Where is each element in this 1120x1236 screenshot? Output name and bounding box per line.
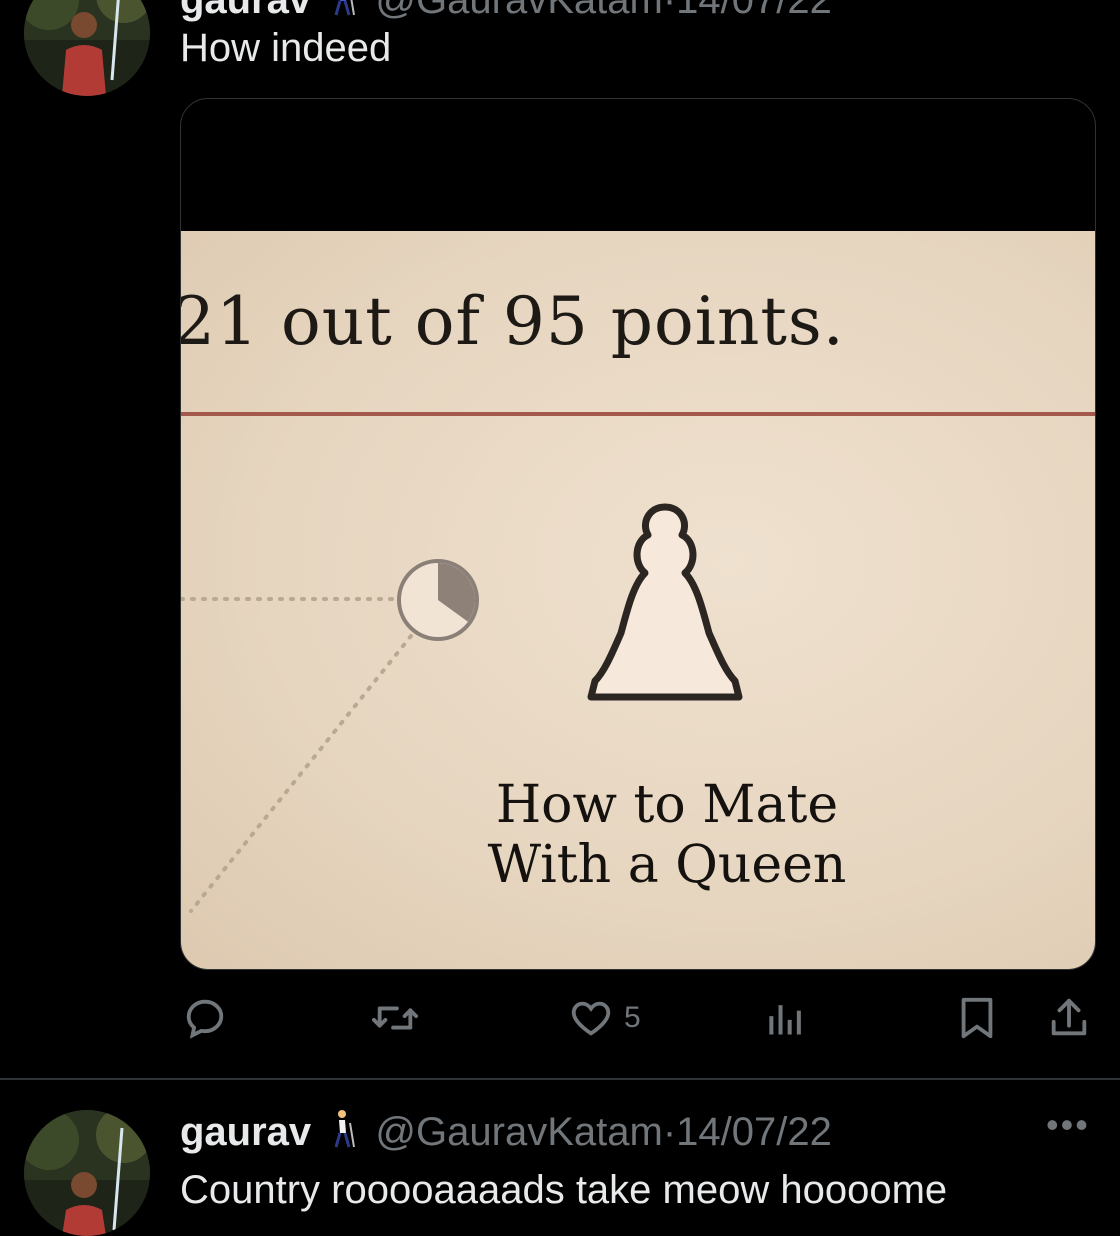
share-button[interactable] (1046, 990, 1092, 1046)
tweet-header: gaurav @GauravKatam·14/07/22 (180, 1108, 832, 1160)
reply-button[interactable] (182, 990, 238, 1046)
timestamp[interactable]: 14/07/22 (676, 1110, 832, 1154)
retweet-icon (371, 1006, 418, 1030)
lesson-title-line1: How to Mate (495, 775, 839, 835)
tweet-text: How indeed (180, 26, 392, 70)
avatar[interactable] (24, 1110, 150, 1236)
views-icon (769, 1005, 801, 1035)
person-walking-with-cane-icon (330, 1109, 356, 1160)
lesson-title-line2: With a Queen (487, 835, 847, 895)
like-button[interactable]: 5 (568, 990, 641, 1046)
pawn-icon[interactable] (585, 501, 745, 708)
bookmark-icon (961, 997, 993, 1039)
tweet[interactable]: gaurav @GauravKatam·14/07/22 How indeed … (0, 0, 1120, 1078)
display-name[interactable]: gaurav (180, 1110, 311, 1154)
handle[interactable]: @GauravKatam (375, 1110, 662, 1154)
retweet-button[interactable] (370, 990, 430, 1046)
separator: · (662, 1110, 677, 1154)
reply-icon (186, 999, 224, 1039)
views-button[interactable] (762, 990, 816, 1046)
like-count: 5 (624, 1001, 641, 1034)
handle[interactable]: @GauravKatam (375, 0, 662, 22)
lesson-title[interactable]: How to Mate With a Queen (411, 775, 923, 895)
avatar[interactable] (24, 0, 150, 96)
heart-icon (571, 1001, 611, 1036)
more-horizontal-icon[interactable]: ••• (1046, 1104, 1090, 1146)
tweet-text: Country rooooaaaads take meow hoooome (180, 1168, 948, 1212)
tweet-actions: 5 (0, 990, 1120, 1046)
display-name[interactable]: gaurav (180, 0, 311, 22)
progress-pie-icon[interactable] (395, 557, 481, 648)
bookmark-button[interactable] (956, 990, 998, 1046)
share-icon (1051, 998, 1087, 1036)
timestamp[interactable]: 14/07/22 (676, 0, 832, 22)
separator: · (662, 0, 677, 22)
media-image[interactable]: 21 out of 95 points. How to Mate With a … (180, 98, 1096, 970)
chess-lesson-screenshot: 21 out of 95 points. How to Mate With a … (181, 231, 1095, 969)
tweet[interactable]: gaurav @GauravKatam·14/07/22 ••• Country… (0, 1080, 1120, 1236)
